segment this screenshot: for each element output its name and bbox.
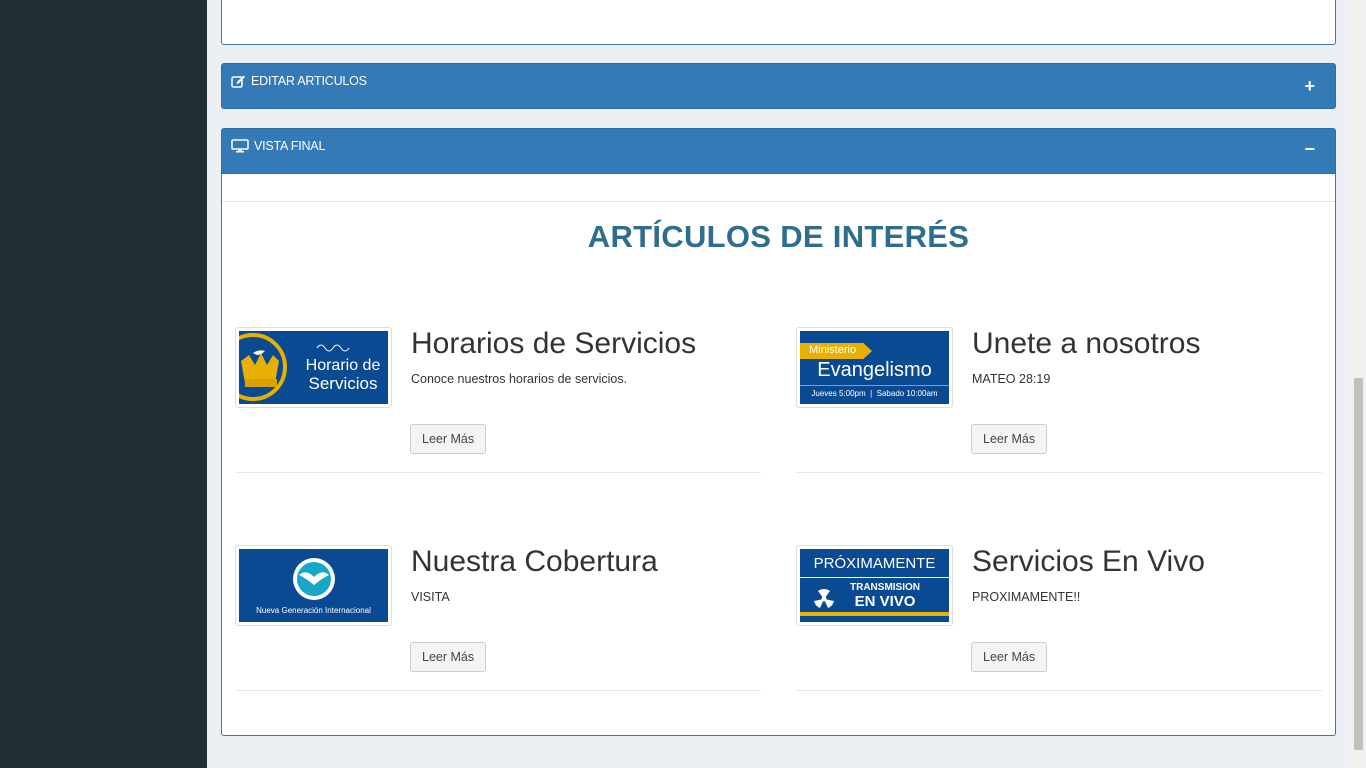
expand-toggle-icon[interactable]: +: [1304, 77, 1315, 95]
article-thumbnail[interactable]: Ministerio Evangelismo Jueves 5:00pm | S…: [796, 327, 953, 408]
section-title: ARTÍCULOS DE INTERÉS: [587, 219, 970, 254]
thumbnail-text: EN VIVO: [854, 593, 916, 610]
read-more-button[interactable]: Leer Más: [410, 642, 487, 672]
article-title[interactable]: Nuestra Cobertura: [411, 545, 658, 579]
article-card: Horario de Servicios Horarios de Servici…: [235, 327, 761, 473]
thumbnail-text: PRÓXIMAMENTE: [813, 555, 936, 572]
edit-articles-panel-header[interactable]: EDITAR ARTICULOS +: [221, 63, 1336, 109]
article-thumbnail[interactable]: PRÓXIMAMENTE TRANSMISION EN VIVO: [796, 545, 953, 626]
collapse-toggle-icon[interactable]: −: [1304, 140, 1315, 158]
thumbnail-text: Jueves 5:00pm | Sabado 10:00am: [811, 389, 938, 398]
thumbnail-text: Ministerio: [809, 344, 857, 356]
article-card: Ministerio Evangelismo Jueves 5:00pm | S…: [796, 327, 1322, 473]
article-card: PRÓXIMAMENTE TRANSMISION EN VIVO Servici…: [796, 545, 1322, 691]
thumbnail-text: Nueva Generación Internacional: [256, 606, 371, 615]
article-thumbnail[interactable]: Nueva Generación Internacional: [235, 545, 392, 626]
thumbnail-text: Evangelismo: [817, 359, 932, 381]
article-title[interactable]: Unete a nosotros: [972, 327, 1200, 361]
thumbnail-text: Servicios: [308, 374, 378, 393]
read-more-button[interactable]: Leer Más: [971, 424, 1048, 454]
article-description: MATEO 28:19: [972, 372, 1051, 386]
vertical-scrollbar[interactable]: [1350, 0, 1366, 768]
thumbnail-text: Horario de: [305, 357, 381, 374]
edit-articles-title: EDITAR ARTICULOS: [251, 74, 367, 88]
read-more-button[interactable]: Leer Más: [971, 642, 1048, 672]
article-description: VISITA: [411, 590, 450, 604]
thumbnail-text: TRANSMISION: [850, 582, 920, 593]
sidebar: [0, 0, 207, 768]
final-view-panel-header[interactable]: VISTA FINAL −: [221, 128, 1336, 174]
article-card: Nueva Generación Internacional Nuestra C…: [235, 545, 761, 691]
article-title[interactable]: Servicios En Vivo: [972, 545, 1205, 579]
read-more-button[interactable]: Leer Más: [410, 424, 487, 454]
article-description: Conoce nuestros horarios de servicios.: [411, 372, 628, 386]
monitor-icon: [231, 139, 249, 153]
edit-icon: [231, 74, 246, 88]
article-description: PROXIMAMENTE!!: [972, 590, 1081, 604]
article-title[interactable]: Horarios de Servicios: [411, 327, 696, 361]
divider: [222, 201, 1335, 202]
main-content: EDITAR ARTICULOS + VISTA FINAL − ARTÍCUL…: [207, 0, 1350, 768]
previous-panel-body: [221, 0, 1336, 45]
article-thumbnail[interactable]: Horario de Servicios: [235, 327, 392, 408]
scrollbar-thumb[interactable]: [1354, 378, 1363, 750]
final-view-panel-body: ARTÍCULOS DE INTERÉS Horario de Servicio…: [221, 174, 1336, 736]
final-view-title: VISTA FINAL: [254, 139, 326, 153]
